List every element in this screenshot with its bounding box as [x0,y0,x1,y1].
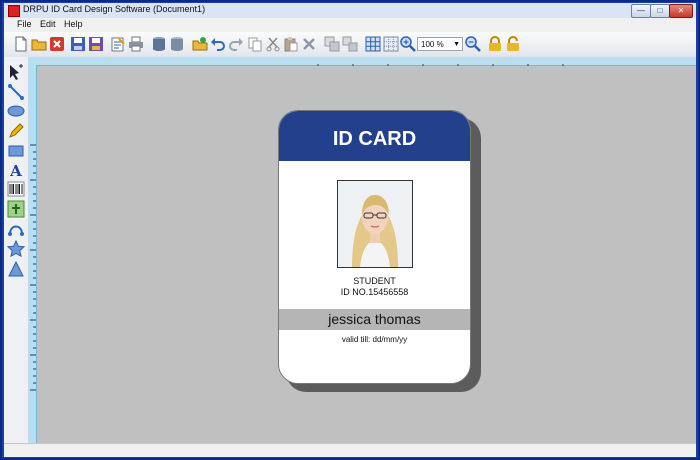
zoom-out-icon[interactable] [465,36,481,52]
close-document-icon[interactable] [49,36,65,52]
zoom-in-icon[interactable] [400,36,416,52]
open-image-icon[interactable] [192,36,208,52]
minimize-button[interactable]: — [631,4,651,18]
print-icon[interactable] [128,36,144,52]
triangle-tool-icon[interactable] [7,260,25,278]
unlock-icon[interactable] [505,36,521,52]
copy-icon[interactable] [247,36,263,52]
menu-help[interactable]: Help [64,19,83,29]
main-toolbar: 100 % ▼ [4,32,696,58]
snap-grid-icon[interactable] [383,36,399,52]
group-icon[interactable] [324,36,340,52]
close-button[interactable]: ✕ [669,4,693,18]
line-tool-icon[interactable] [7,83,25,101]
app-logo-icon [8,5,20,17]
card-name[interactable]: jessica thomas [279,309,470,330]
redo-icon[interactable] [228,36,244,52]
barcode-tool-icon[interactable] [7,180,25,198]
database-import-icon[interactable] [169,36,185,52]
ungroup-icon[interactable] [342,36,358,52]
card-role[interactable]: STUDENT [279,276,470,286]
horizontal-ruler [28,57,696,70]
text-tool-icon[interactable]: A [7,161,25,179]
card-photo[interactable] [337,180,413,268]
vertical-ruler-ticks [30,144,36,391]
card-header[interactable]: ID CARD [279,111,470,161]
ellipse-tool-icon[interactable] [7,102,25,120]
rectangle-tool-icon[interactable] [7,142,25,160]
save-as-icon[interactable] [88,36,104,52]
properties-icon[interactable] [110,36,126,52]
maximize-button[interactable]: □ [650,4,670,18]
lock-icon[interactable] [487,36,503,52]
svg-text:A: A [9,162,22,179]
status-bar [4,443,696,457]
database-export-icon[interactable] [151,36,167,52]
pencil-tool-icon[interactable] [7,122,25,140]
menu-file[interactable]: File [17,19,32,29]
window-title: DRPU ID Card Design Software (Document1) [23,4,206,14]
curve-tool-icon[interactable] [7,220,25,238]
pointer-tool-icon[interactable] [7,63,25,81]
delete-icon[interactable] [301,36,317,52]
paste-icon[interactable] [283,36,299,52]
id-card[interactable]: ID CARD STUDENT ID NO.15456558 jessica t… [278,110,471,384]
star-tool-icon[interactable] [7,240,25,258]
grid-icon[interactable] [365,36,381,52]
vertical-ruler [28,65,37,443]
card-valid-till[interactable]: valid till: dd/mm/yy [279,335,470,344]
menu-edit[interactable]: Edit [40,19,56,29]
portrait-image [338,181,412,267]
zoom-value: 100 % [421,40,444,49]
new-document-icon[interactable] [13,36,29,52]
card-id-number[interactable]: ID NO.15456558 [279,287,470,297]
image-tool-icon[interactable] [7,200,25,218]
open-folder-icon[interactable] [31,36,47,52]
cut-icon[interactable] [265,36,281,52]
zoom-select[interactable]: 100 % ▼ [417,37,463,51]
menu-bar: File Edit Help [4,18,696,32]
undo-icon[interactable] [210,36,226,52]
tools-panel: A [4,57,29,443]
chevron-down-icon: ▼ [453,41,460,48]
title-bar: DRPU ID Card Design Software (Document1)… [4,3,696,18]
save-icon[interactable] [70,36,86,52]
